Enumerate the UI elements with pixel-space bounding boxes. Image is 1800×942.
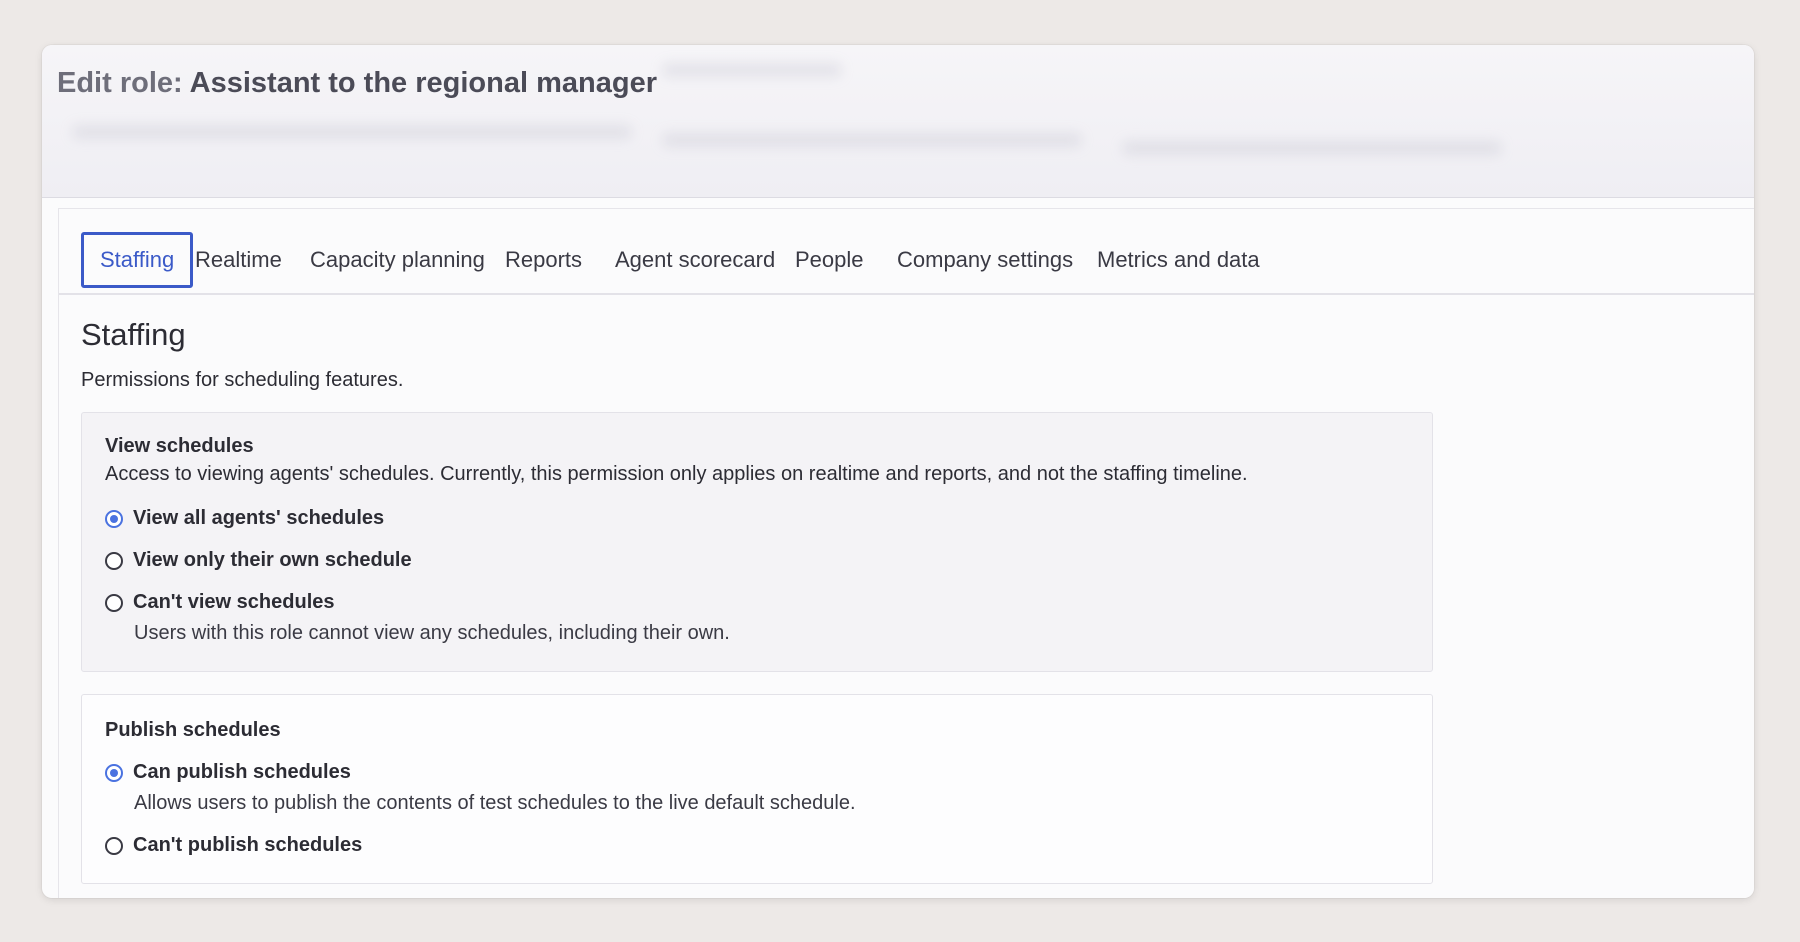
blurred-background	[72, 125, 632, 139]
page-header: Edit role: Assistant to the regional man…	[42, 45, 1754, 198]
publish-schedules-card: Publish schedules Can publish schedules …	[81, 694, 1433, 884]
radio-cant-view-schedules[interactable]: Can't view schedules	[105, 591, 335, 614]
blurred-background	[662, 63, 842, 77]
page-title: Edit role: Assistant to the regional man…	[57, 67, 657, 100]
blurred-background	[1122, 141, 1502, 155]
section-description: Permissions for scheduling features.	[81, 369, 404, 391]
main-content: Staffing Realtime Capacity planning Repo…	[58, 208, 1754, 898]
section-title: Staffing	[81, 317, 186, 352]
tab-metrics-and-data[interactable]: Metrics and data	[1081, 232, 1276, 288]
option-label: View all agents' schedules	[133, 507, 385, 529]
view-schedules-card: View schedules Access to viewing agents'…	[81, 412, 1433, 672]
radio-button-checked[interactable]	[105, 763, 123, 782]
radio-view-all-schedules[interactable]: View all agents' schedules	[105, 507, 384, 530]
tab-agent-scorecard[interactable]: Agent scorecard	[599, 232, 791, 288]
tab-company-settings[interactable]: Company settings	[881, 232, 1089, 288]
tab-people[interactable]: People	[779, 232, 880, 288]
blurred-background	[662, 133, 1082, 147]
option-label: Can publish schedules	[133, 761, 351, 783]
option-help-text: Allows users to publish the contents of …	[134, 792, 856, 814]
page-title-prefix: Edit role:	[57, 67, 183, 99]
option-label: Can't view schedules	[133, 591, 335, 613]
option-label: View only their own schedule	[133, 549, 412, 571]
tab-capacity-planning[interactable]: Capacity planning	[294, 232, 501, 288]
permission-tabs: Staffing Realtime Capacity planning Repo…	[59, 209, 1754, 295]
radio-button[interactable]	[105, 593, 123, 612]
view-schedules-description: Access to viewing agents' schedules. Cur…	[105, 463, 1248, 485]
page-title-role: Assistant to the regional manager	[189, 67, 657, 99]
option-help-text: Users with this role cannot view any sch…	[134, 622, 730, 644]
radio-view-own-schedule[interactable]: View only their own schedule	[105, 549, 412, 572]
edit-role-window: Edit role: Assistant to the regional man…	[42, 45, 1754, 898]
publish-schedules-title: Publish schedules	[105, 719, 281, 741]
radio-button-checked[interactable]	[105, 509, 123, 528]
radio-button[interactable]	[105, 836, 123, 855]
radio-cant-publish-schedules[interactable]: Can't publish schedules	[105, 834, 362, 857]
tab-realtime[interactable]: Realtime	[179, 232, 298, 288]
radio-can-publish-schedules[interactable]: Can publish schedules	[105, 761, 351, 784]
option-label: Can't publish schedules	[133, 834, 363, 856]
radio-button[interactable]	[105, 551, 123, 570]
view-schedules-title: View schedules	[105, 435, 254, 457]
tab-staffing[interactable]: Staffing	[81, 232, 194, 288]
tab-reports[interactable]: Reports	[489, 232, 598, 288]
